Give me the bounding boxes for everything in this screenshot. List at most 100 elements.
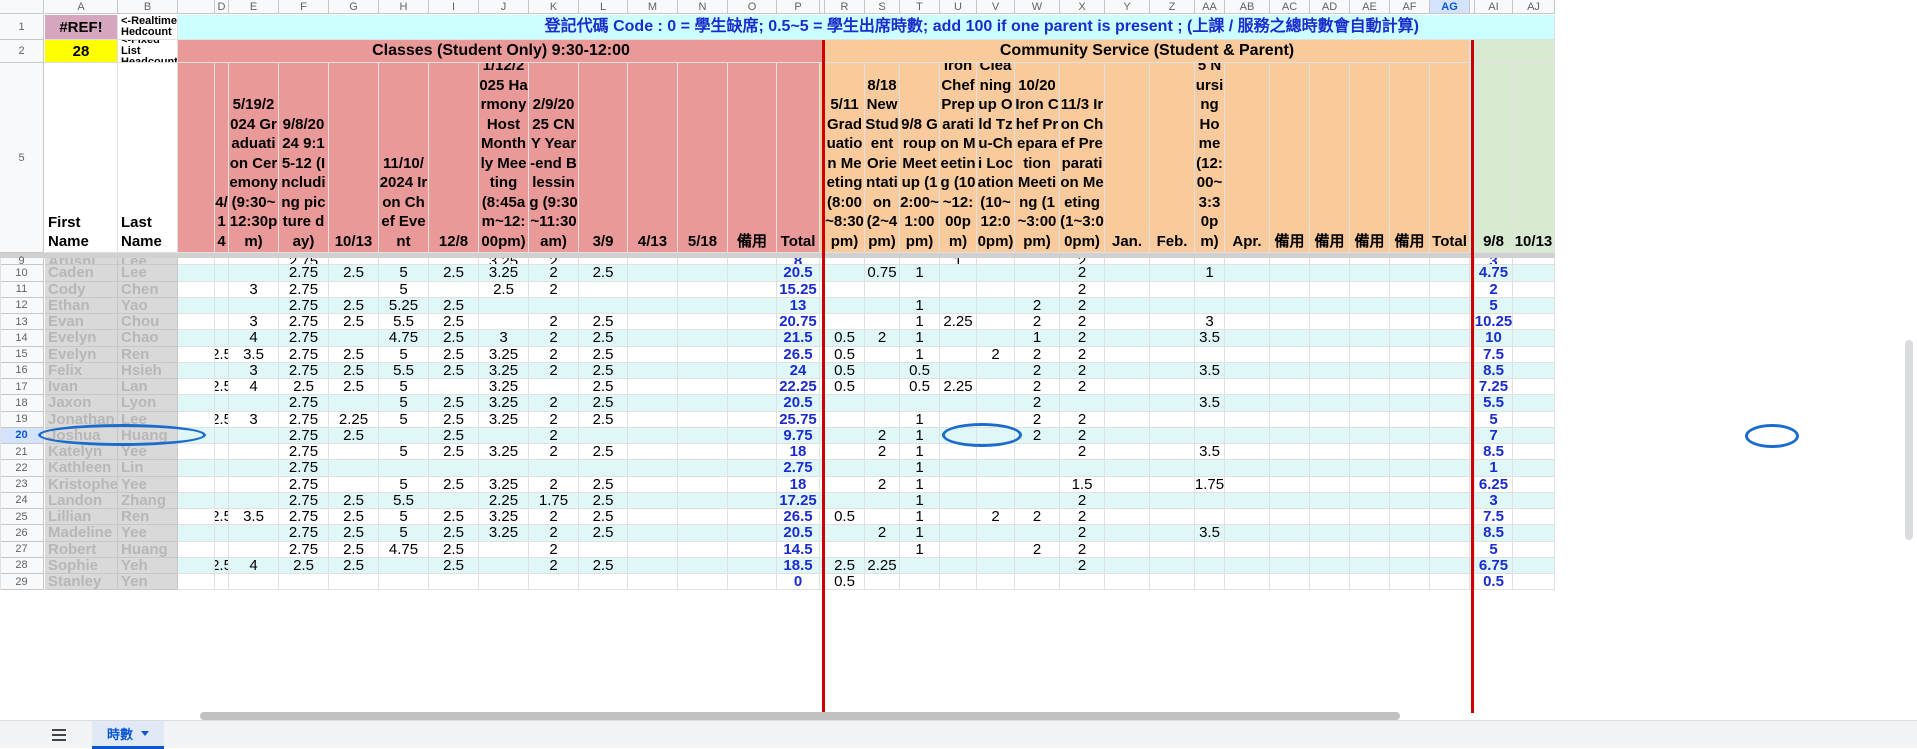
total-cell[interactable]: 6.25 [1475, 476, 1513, 493]
data-cell[interactable] [479, 460, 529, 477]
data-cell[interactable]: 2 [865, 476, 900, 493]
data-cell[interactable]: 5 [379, 525, 429, 542]
total-cell[interactable]: 18 [777, 476, 820, 493]
data-cell[interactable] [1390, 314, 1430, 331]
data-cell[interactable] [728, 379, 777, 396]
data-cell[interactable]: 2.75 [279, 265, 329, 282]
data-cell[interactable]: 2 [529, 395, 579, 412]
data-cell[interactable] [1513, 346, 1555, 363]
data-cell[interactable]: 2.75 [279, 509, 329, 526]
data-cell[interactable]: 2 [1060, 444, 1105, 461]
data-cell[interactable]: 2.25 [940, 379, 977, 396]
column-header[interactable]: L [579, 0, 628, 14]
data-cell[interactable] [1513, 379, 1555, 396]
data-cell[interactable] [728, 492, 777, 509]
data-cell[interactable] [977, 460, 1015, 477]
data-cell[interactable] [678, 476, 728, 493]
data-cell[interactable] [1513, 541, 1555, 558]
column-header[interactable]: AJ [1513, 0, 1555, 14]
data-cell[interactable]: 3.25 [479, 509, 529, 526]
data-cell[interactable] [215, 281, 229, 298]
data-cell[interactable]: 3.25 [479, 379, 529, 396]
data-cell[interactable] [1513, 509, 1555, 526]
data-cell[interactable] [1350, 509, 1390, 526]
data-cell[interactable] [728, 297, 777, 314]
data-cell[interactable] [825, 444, 865, 461]
data-cell[interactable]: 3.25 [479, 346, 529, 363]
data-cell[interactable]: 3 [229, 362, 279, 379]
data-cell[interactable] [1105, 509, 1150, 526]
data-cell[interactable] [1105, 362, 1150, 379]
data-cell[interactable] [1150, 362, 1195, 379]
data-cell[interactable] [1513, 265, 1555, 282]
total-cell[interactable]: 3 [1475, 258, 1513, 265]
data-cell[interactable] [1195, 492, 1225, 509]
data-cell[interactable]: 2.5 [215, 346, 229, 363]
data-cell[interactable] [1310, 460, 1350, 477]
data-cell[interactable] [940, 297, 977, 314]
data-cell[interactable] [1150, 314, 1195, 331]
data-cell[interactable] [1350, 362, 1390, 379]
data-cell[interactable] [1310, 395, 1350, 412]
data-cell[interactable] [1350, 574, 1390, 591]
data-cell[interactable] [1015, 265, 1060, 282]
data-cell[interactable] [1390, 557, 1430, 574]
data-cell[interactable] [329, 258, 379, 265]
data-cell[interactable] [1390, 395, 1430, 412]
column-header[interactable]: A [45, 0, 118, 14]
data-cell[interactable]: 2.5 [329, 362, 379, 379]
data-cell[interactable]: 2 [1015, 541, 1060, 558]
data-cell[interactable]: 2 [529, 509, 579, 526]
data-cell[interactable] [0, 411, 1, 428]
data-cell[interactable]: 3.5 [1195, 395, 1225, 412]
data-cell[interactable] [1105, 541, 1150, 558]
data-cell[interactable]: 3.25 [479, 265, 529, 282]
first-name-cell[interactable]: Stanley [45, 574, 118, 591]
data-cell[interactable] [1310, 379, 1350, 396]
data-cell[interactable] [0, 395, 1, 412]
data-cell[interactable] [1195, 411, 1225, 428]
data-cell[interactable]: 2.5 [215, 509, 229, 526]
data-cell[interactable]: 2 [977, 509, 1015, 526]
data-cell[interactable] [1105, 444, 1150, 461]
data-cell[interactable]: 2.75 [279, 427, 329, 444]
column-header[interactable]: AA [1195, 0, 1225, 14]
data-cell[interactable] [1015, 258, 1060, 265]
data-cell[interactable] [678, 265, 728, 282]
data-cell[interactable] [1270, 541, 1310, 558]
column-header[interactable]: M [628, 0, 678, 14]
data-cell[interactable] [1225, 444, 1270, 461]
data-cell[interactable]: 2.75 [279, 362, 329, 379]
data-cell[interactable] [728, 427, 777, 444]
data-cell[interactable] [865, 541, 900, 558]
data-cell[interactable] [1390, 492, 1430, 509]
data-cell[interactable]: 0.5 [825, 346, 865, 363]
data-cell[interactable] [1105, 427, 1150, 444]
ref-cell[interactable]: #REF! [45, 15, 118, 40]
data-cell[interactable]: 3 [229, 314, 279, 331]
data-cell[interactable] [825, 265, 865, 282]
data-cell[interactable]: 2.5 [579, 476, 628, 493]
data-cell[interactable] [215, 541, 229, 558]
total-cell[interactable]: 2 [1475, 281, 1513, 298]
data-cell[interactable] [1350, 492, 1390, 509]
data-cell[interactable] [1310, 411, 1350, 428]
column-header[interactable]: K [529, 0, 579, 14]
data-cell[interactable] [728, 314, 777, 331]
data-cell[interactable] [1513, 297, 1555, 314]
data-cell[interactable] [329, 395, 379, 412]
data-cell[interactable] [1430, 557, 1470, 574]
data-cell[interactable]: 3.25 [479, 476, 529, 493]
data-cell[interactable]: 0.5 [825, 509, 865, 526]
column-header[interactable]: AC [1270, 0, 1310, 14]
data-cell[interactable]: 2 [529, 314, 579, 331]
row-header[interactable]: 23 [0, 476, 44, 493]
data-cell[interactable] [977, 395, 1015, 412]
data-cell[interactable] [1350, 395, 1390, 412]
data-cell[interactable] [865, 346, 900, 363]
data-cell[interactable] [1270, 330, 1310, 347]
data-cell[interactable]: 2 [1060, 362, 1105, 379]
data-cell[interactable] [1513, 574, 1555, 591]
data-cell[interactable]: 2.5 [825, 557, 865, 574]
data-cell[interactable] [1270, 297, 1310, 314]
